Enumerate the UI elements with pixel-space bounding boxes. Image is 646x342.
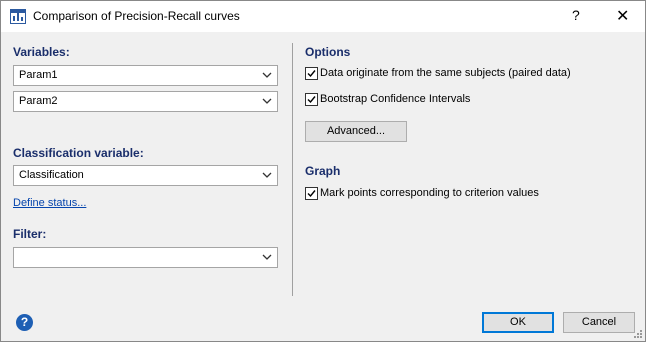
chevron-down-icon — [262, 172, 272, 178]
title-help-button[interactable]: ? — [572, 7, 580, 23]
options-label: Options — [305, 45, 351, 59]
paired-data-label: Data originate from the same subjects (p… — [320, 67, 571, 79]
chevron-down-icon — [262, 72, 272, 78]
dialog-window: Comparison of Precision-Recall curves ? … — [0, 0, 646, 342]
title-bar: Comparison of Precision-Recall curves ? … — [1, 1, 645, 32]
chevron-down-icon — [262, 254, 272, 260]
filter-label: Filter: — [13, 227, 47, 241]
checkmark-icon — [307, 70, 316, 78]
resize-grip-icon[interactable] — [633, 329, 643, 339]
advanced-button[interactable]: Advanced... — [305, 121, 407, 142]
graph-label: Graph — [305, 164, 341, 178]
column-divider — [292, 43, 293, 296]
variable2-select[interactable]: Param2 — [13, 91, 278, 112]
variables-label: Variables: — [13, 45, 70, 59]
help-icon[interactable]: ? — [16, 314, 33, 331]
cancel-button[interactable]: Cancel — [563, 312, 635, 333]
checkmark-icon — [307, 190, 316, 198]
close-button[interactable]: ✕ — [616, 6, 629, 26]
mark-points-label: Mark points corresponding to criterion v… — [320, 187, 539, 199]
mark-points-checkbox[interactable] — [305, 187, 318, 200]
bootstrap-label: Bootstrap Confidence Intervals — [320, 93, 471, 105]
checkmark-icon — [307, 96, 316, 104]
variable2-value: Param2 — [19, 95, 58, 107]
filter-select[interactable] — [13, 247, 278, 268]
chevron-down-icon — [262, 98, 272, 104]
paired-data-checkbox[interactable] — [305, 67, 318, 80]
app-icon — [10, 9, 26, 24]
ok-button[interactable]: OK — [482, 312, 554, 333]
classification-select[interactable]: Classification — [13, 165, 278, 186]
window-title: Comparison of Precision-Recall curves — [33, 9, 240, 23]
variable1-value: Param1 — [19, 69, 58, 81]
classification-value: Classification — [19, 169, 84, 181]
variable1-select[interactable]: Param1 — [13, 65, 278, 86]
define-status-link[interactable]: Define status... — [13, 197, 86, 209]
classification-label: Classification variable: — [13, 146, 144, 160]
bootstrap-checkbox[interactable] — [305, 93, 318, 106]
